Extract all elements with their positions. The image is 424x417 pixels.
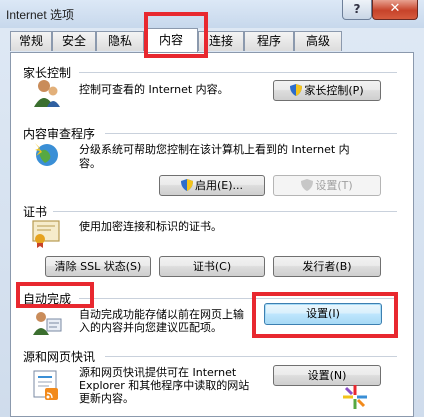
window-title: Internet 选项 <box>6 8 75 22</box>
certificates-title: 证书 <box>23 205 48 219</box>
parental-description: 控制可查看的 Internet 内容。 <box>79 83 229 96</box>
autocomplete-description-2: 入的内容并向您建议匹配项。 <box>79 321 222 334</box>
advisor-settings-label: 设置(T) <box>315 179 353 192</box>
autocomplete-settings-button[interactable]: 设置(I) <box>264 303 382 325</box>
advisor-description-1: 分级系统可帮助您控制在该计算机上看到的 Internet 内 <box>79 143 350 156</box>
divider <box>79 72 397 73</box>
tab-privacy[interactable]: 隐私 <box>96 31 144 51</box>
tab-connections[interactable]: 连接 <box>198 31 244 51</box>
title-bar: Internet 选项 ? ✕ <box>0 0 424 28</box>
feeds-title: 源和网页快讯 <box>23 350 96 364</box>
autocomplete-icon <box>33 312 62 335</box>
pinwheel-logo-icon <box>343 385 367 409</box>
parental-controls-label: 家长控制(P) <box>304 84 364 97</box>
advisor-settings-button[interactable]: 设置(T) <box>273 175 381 196</box>
certificates-button[interactable]: 证书(C) <box>159 256 265 277</box>
close-button[interactable]: ✕ <box>372 0 418 20</box>
divider <box>53 211 397 212</box>
parental-controls-button[interactable]: 家长控制(P) <box>273 80 381 101</box>
autocomplete-description-1: 自动完成功能存储以前在网页上输 <box>79 308 244 321</box>
feeds-description-3: 更新内容。 <box>79 392 134 405</box>
tab-programs[interactable]: 程序 <box>244 31 294 51</box>
feeds-icon <box>33 370 58 400</box>
divider <box>105 356 397 357</box>
content-advisor-icon <box>35 143 58 166</box>
parental-control-icon <box>34 80 60 107</box>
content-panel: 家长控制 控制可查看的 Internet 内容。 家长控制(P) 内容审查程序 … <box>10 52 414 417</box>
divider <box>79 298 397 299</box>
shield-icon <box>180 179 193 191</box>
publishers-button[interactable]: 发行者(B) <box>273 256 381 277</box>
feeds-description-1: 源和网页快讯提供可在 Internet <box>79 366 237 379</box>
clear-ssl-button[interactable]: 清除 SSL 状态(S) <box>45 256 151 277</box>
shield-icon <box>301 179 314 191</box>
certificates-description: 使用加密连接和标识的证书。 <box>79 220 222 233</box>
advisor-enable-label: 启用(E)... <box>194 179 244 192</box>
certificate-icon <box>32 220 60 248</box>
advisor-description-2: 容。 <box>79 157 101 170</box>
shield-icon <box>290 84 303 96</box>
feeds-description-2: Explorer 和其他程序中读取的网站 <box>79 379 250 392</box>
help-button[interactable]: ? <box>342 0 372 20</box>
autocomplete-title: 自动完成 <box>23 292 72 306</box>
divider <box>105 133 397 134</box>
tab-content[interactable]: 内容 <box>144 28 198 52</box>
tab-advanced[interactable]: 高级 <box>294 31 342 51</box>
tab-general[interactable]: 常规 <box>10 31 52 51</box>
tab-security[interactable]: 安全 <box>52 31 96 51</box>
advisor-enable-button[interactable]: 启用(E)... <box>159 175 265 196</box>
